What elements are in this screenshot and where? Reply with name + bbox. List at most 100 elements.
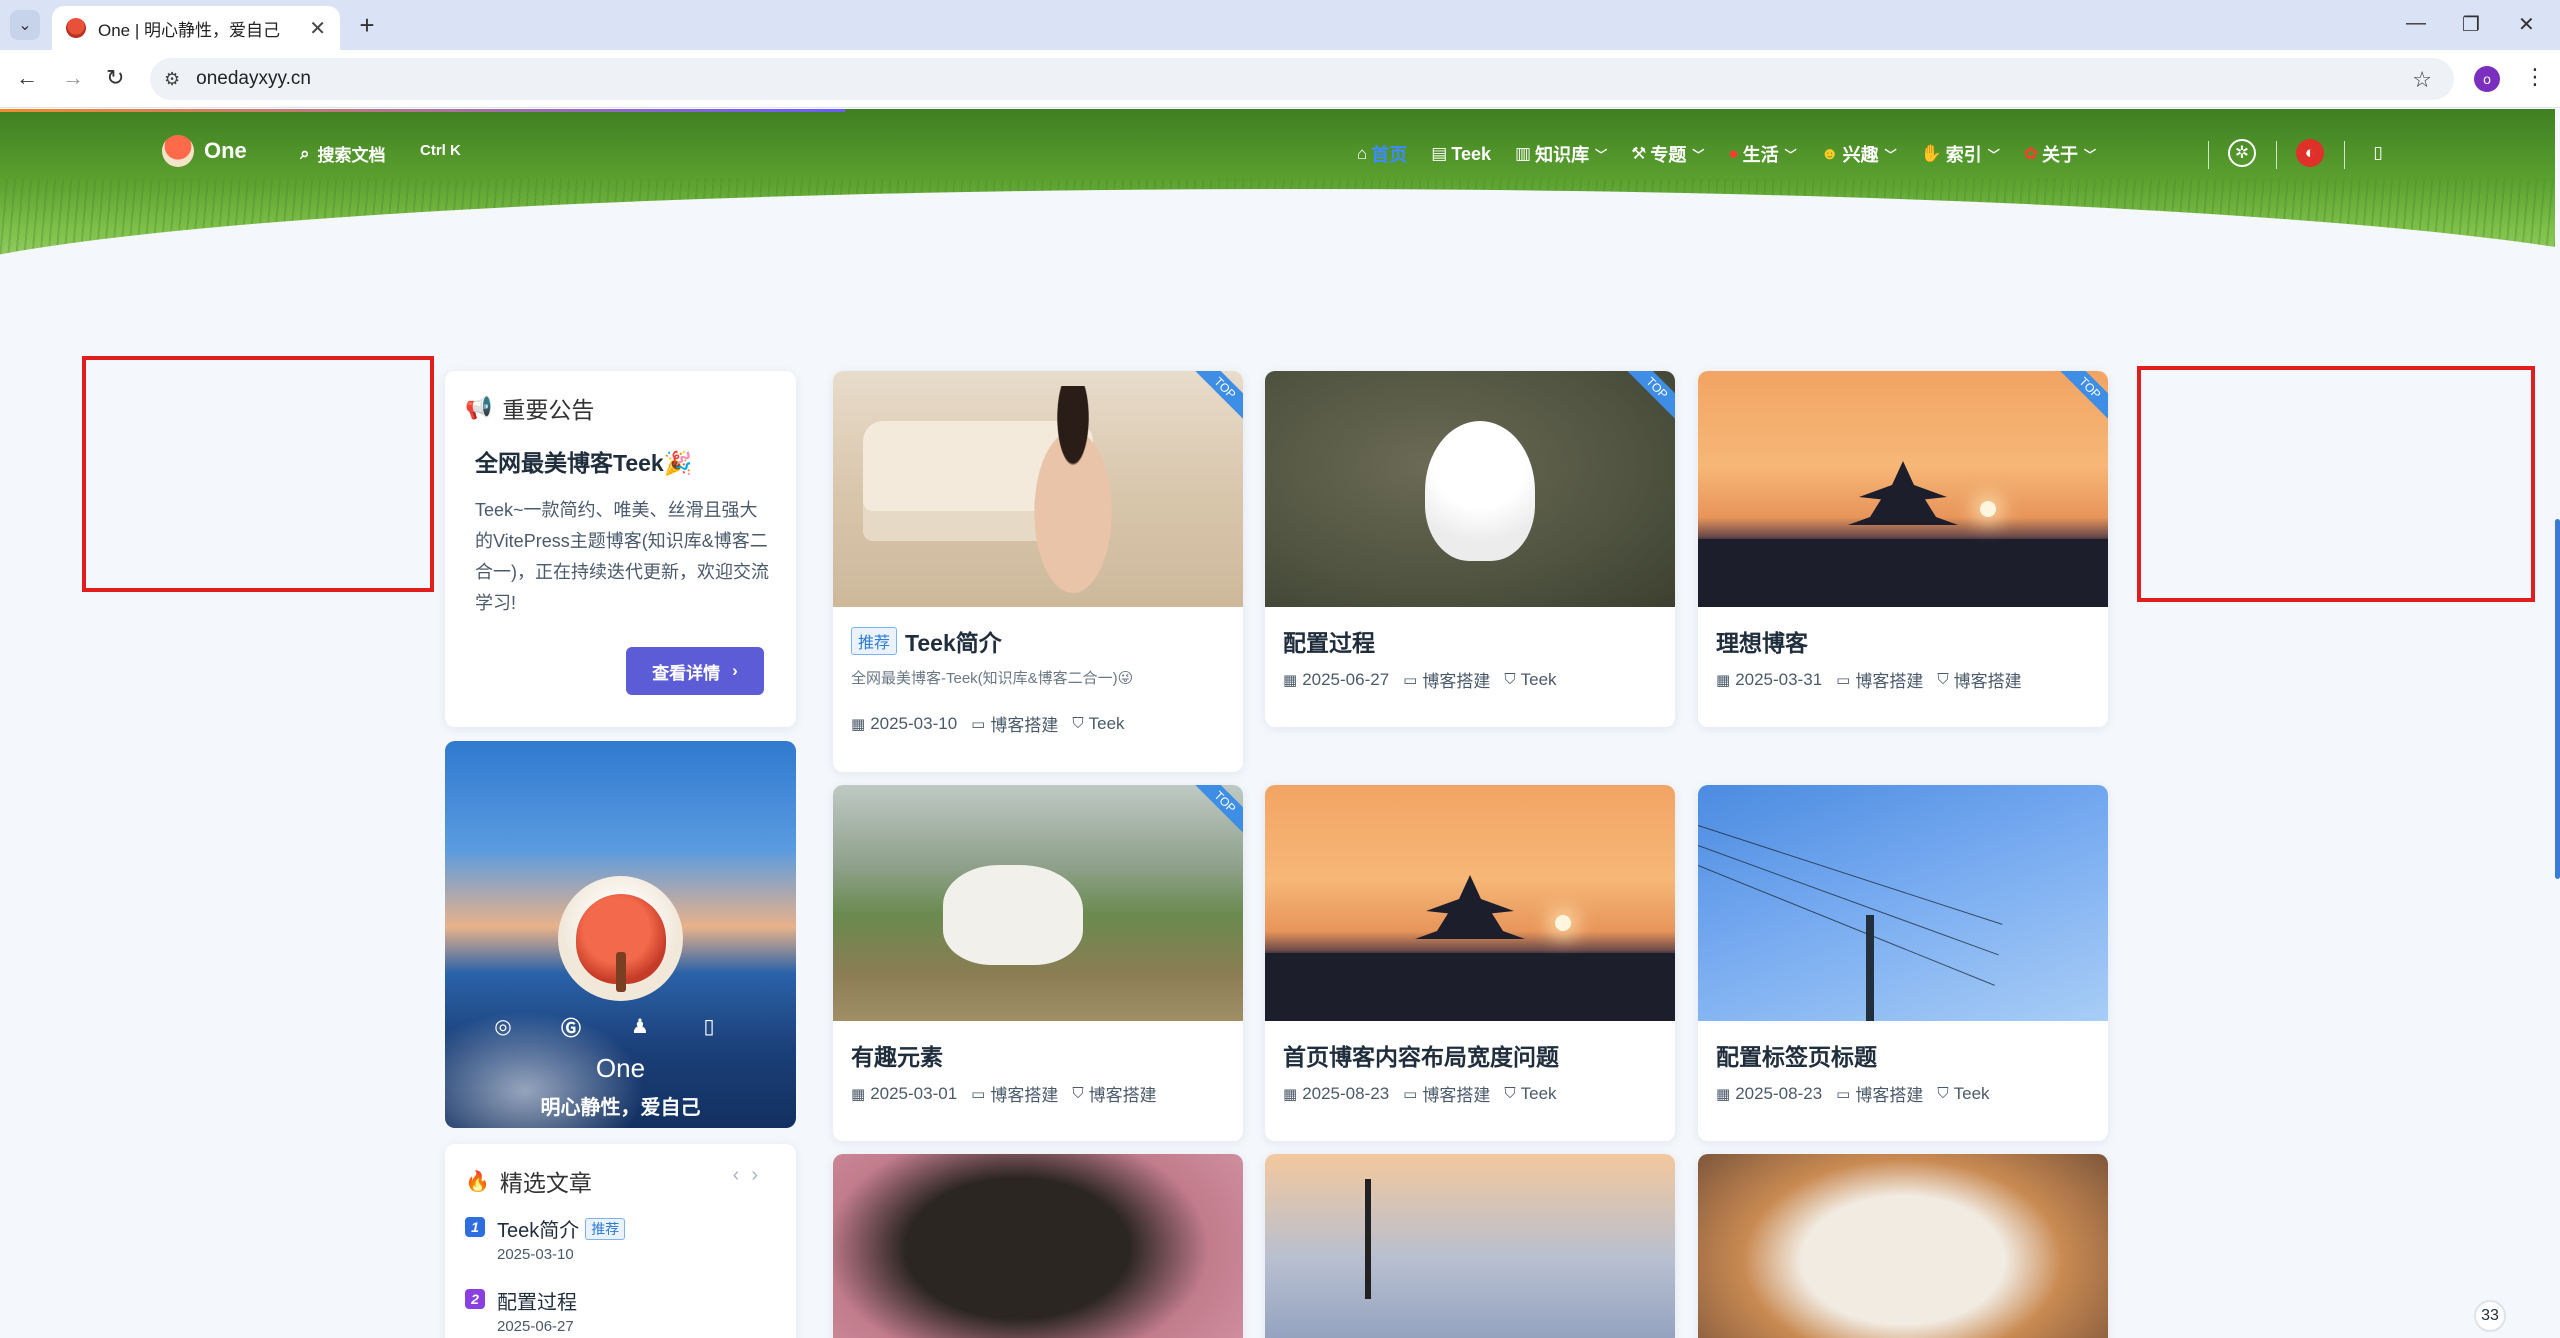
- back-to-top-counter[interactable]: 33: [2474, 1300, 2506, 1332]
- calendar-icon: ▦: [1283, 671, 1298, 689]
- nav-item-home[interactable]: ⌂ 首页: [1357, 141, 1407, 167]
- nav-item-interest[interactable]: ☻ 兴趣 ﹀: [1821, 141, 1897, 167]
- notice-title: 📢 重要公告: [465, 395, 595, 423]
- post-card[interactable]: [1698, 1154, 2108, 1338]
- site-brand[interactable]: One: [204, 138, 247, 164]
- post-description: 全网最美博客-Teek(知识库&博客二合一)😜: [851, 670, 1134, 687]
- post-title: 有趣元素: [851, 1044, 943, 1070]
- recommend-tag: 推荐: [585, 1217, 626, 1240]
- top-badge: TOP: [1190, 785, 1243, 837]
- chevron-right-icon: ›: [732, 661, 738, 680]
- calendar-icon: ▦: [851, 1085, 866, 1103]
- featured-item-title: 配置过程: [497, 1292, 577, 1314]
- rose-icon: ✿: [2023, 144, 2039, 163]
- bookmark-star-icon[interactable]: ☆: [2412, 67, 2432, 93]
- theme-settings-icon[interactable]: ✲: [2228, 139, 2256, 167]
- top-badge: TOP: [1190, 371, 1243, 423]
- page-scrollbar[interactable]: [2555, 519, 2560, 879]
- search-icon: ⌕: [300, 143, 310, 163]
- post-title: 配置过程: [1283, 630, 1375, 656]
- bookmark-icon: ⛉: [1937, 1085, 1949, 1102]
- tab-close-icon[interactable]: ✕: [309, 16, 326, 41]
- post-card[interactable]: [833, 1154, 1243, 1338]
- url-input[interactable]: ⚙ onedayxyy.cn ☆: [150, 58, 2454, 100]
- chevron-down-icon: ﹀: [2084, 147, 2097, 162]
- new-tab-button[interactable]: +: [352, 10, 382, 40]
- post-card[interactable]: 首页博客内容布局宽度问题 ▦ 2025-08-23 ▭ 博客搭建 ⛉ Teek: [1265, 785, 1675, 1141]
- nav-item-topics[interactable]: ⚒ 专题 ﹀: [1631, 141, 1704, 167]
- address-bar-row: ← → ↻ ⚙ onedayxyy.cn ☆: [0, 50, 2560, 108]
- notice-body: Teek~一款简约、唯美、丝滑且强大的VitePress主题博客(知识库&博客二…: [475, 500, 769, 613]
- calendar-icon: ▦: [1716, 1085, 1731, 1103]
- post-meta: ▦ 2025-08-23 ▭ 博客搭建 ⛉ Teek: [1283, 1083, 1557, 1106]
- forward-icon[interactable]: →: [62, 65, 84, 91]
- tab-title: One | 明心静性，爱自己: [98, 20, 280, 40]
- calendar-icon: ▦: [1283, 1085, 1298, 1103]
- g-brand-icon[interactable]: Ⓖ: [557, 1012, 585, 1040]
- featured-title: 🔥 精选文章: [465, 1170, 592, 1196]
- calendar-icon: ▦: [1716, 671, 1731, 689]
- qq-icon[interactable]: ♟: [626, 1012, 654, 1040]
- post-meta: ▦ 2025-03-31 ▭ 博客搭建 ⛉ 博客搭建: [1716, 669, 2022, 692]
- browser-menu-icon[interactable]: ⋮: [2524, 64, 2546, 90]
- post-card[interactable]: TOP 理想博客 ▦ 2025-03-31 ▭ 博客搭建 ⛉ 博客搭建: [1698, 371, 2108, 727]
- home-icon: ⌂: [1357, 144, 1368, 163]
- window-close-icon[interactable]: ✕: [2518, 12, 2535, 37]
- featured-pager-arrows[interactable]: ‹›: [733, 1164, 770, 1187]
- reload-icon[interactable]: ↻: [106, 65, 124, 91]
- post-card[interactable]: TOP 推荐 Teek简介 全网最美博客-Teek(知识库&博客二合一)😜 ▦ 2…: [833, 371, 1243, 772]
- tab-search-button[interactable]: ⌄: [10, 10, 40, 40]
- notice-headline: 全网最美博客Teek🎉: [475, 450, 693, 476]
- chevron-down-icon: ﹀: [1692, 147, 1705, 162]
- profile-motto: 明心静性，爱自己: [540, 1097, 701, 1119]
- featured-item-date: 2025-06-27: [497, 1318, 574, 1335]
- post-card[interactable]: TOP 有趣元素 ▦ 2025-03-01 ▭ 博客搭建 ⛉ 博客搭建: [833, 785, 1243, 1141]
- bookmark-icon: ⛉: [1504, 1085, 1516, 1102]
- tools-icon: ⚒: [1631, 144, 1647, 163]
- post-card[interactable]: 配置标签页标题 ▦ 2025-08-23 ▭ 博客搭建 ⛉ Teek: [1698, 785, 2108, 1141]
- nav-item-knowledge[interactable]: ▥ 知识库 ﹀: [1515, 141, 1607, 167]
- folder-icon: ▭: [1836, 1085, 1851, 1103]
- search-shortcut: Ctrl K: [420, 142, 461, 159]
- reading-mode-icon[interactable]: ▯: [2364, 139, 2392, 167]
- nav-item-life[interactable]: ● 生活 ﹀: [1728, 141, 1796, 167]
- site-logo[interactable]: [162, 135, 194, 167]
- profile-card: ◎ Ⓖ ♟ ▯ One 明心静性，爱自己: [445, 741, 796, 1128]
- view-details-button[interactable]: 查看详情 ›: [626, 647, 764, 695]
- search-button[interactable]: ⌕ 搜索文档: [300, 141, 386, 166]
- github-icon[interactable]: ◎: [489, 1012, 517, 1040]
- nav-item-about[interactable]: ✿ 关于 ﹀: [2024, 141, 2096, 167]
- minimize-icon[interactable]: —: [2406, 12, 2426, 35]
- post-cover-image: [833, 1154, 1243, 1338]
- browser-tab[interactable]: One | 明心静性，爱自己 ✕: [52, 6, 340, 50]
- left-annotation-box: [82, 356, 434, 592]
- folder-icon: ▭: [1836, 671, 1851, 689]
- post-card[interactable]: TOP 配置过程 ▦ 2025-06-27 ▭ 博客搭建 ⛉ Teek: [1265, 371, 1675, 727]
- post-card[interactable]: [1265, 1154, 1675, 1338]
- post-cover-image: [1698, 1154, 2108, 1338]
- browser-profile-avatar[interactable]: o: [2474, 66, 2500, 92]
- back-icon[interactable]: ←: [16, 65, 38, 91]
- featured-item-title: Teek简介 推荐: [497, 1214, 626, 1243]
- reading-progress-bar: [0, 109, 845, 112]
- folder-icon: ▭: [1403, 671, 1418, 689]
- appearance-toggle-icon[interactable]: ◐: [2296, 139, 2324, 167]
- restore-icon[interactable]: ❐: [2462, 12, 2480, 37]
- profile-name: One: [595, 1053, 646, 1083]
- browser-tab-bar: ⌄ One | 明心静性，爱自己 ✕ + — ❐ ✕: [0, 0, 2560, 50]
- post-title: 理想博客: [1716, 630, 1808, 656]
- nav-item-index[interactable]: ✋ 索引 ﹀: [1921, 141, 2000, 167]
- nav-divider: [2276, 141, 2277, 169]
- post-title: 推荐 Teek简介: [851, 624, 1002, 658]
- nav-menu: ⌂ 首页 ▤ Teek ▥ 知识库 ﹀ ⚒ 专题 ﹀ ● 生活 ﹀ ☻ 兴趣 ﹀…: [1357, 141, 2120, 167]
- megaphone-icon: 📢: [465, 395, 493, 420]
- book-icon: ▥: [1515, 144, 1532, 163]
- site-navbar: One ⌕ 搜索文档 Ctrl K ⌂ 首页 ▤ Teek ▥ 知识库 ﹀ ⚒ …: [0, 129, 2555, 179]
- post-meta: ▦ 2025-06-27 ▭ 博客搭建 ⛉ Teek: [1283, 669, 1557, 692]
- bookmark-icon: ⛉: [1072, 715, 1084, 732]
- site-info-icon[interactable]: ⚙: [164, 69, 180, 90]
- tab-favicon: [66, 18, 86, 38]
- phone-icon[interactable]: ▯: [695, 1012, 723, 1040]
- chevron-down-icon: ﹀: [1595, 147, 1608, 162]
- nav-item-teek[interactable]: ▤ Teek: [1431, 144, 1491, 165]
